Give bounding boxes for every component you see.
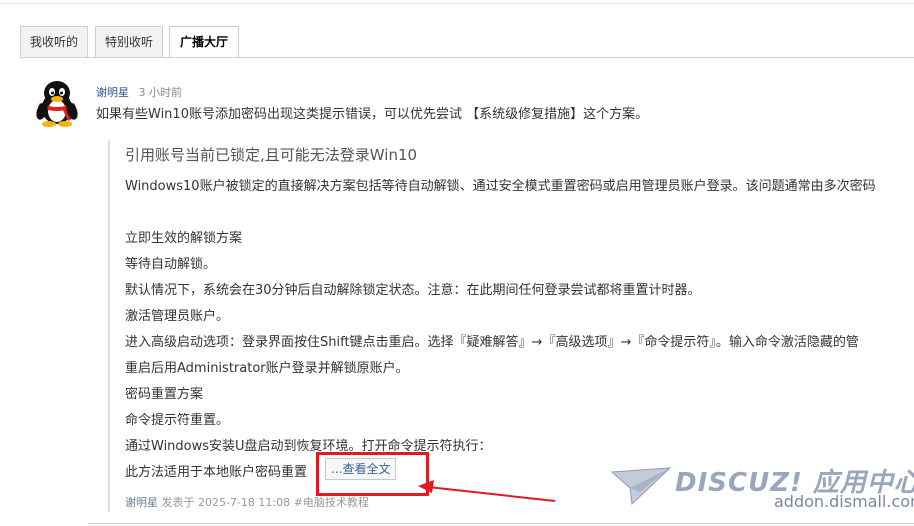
quote-line: 重启后用Administrator账户登录并解锁原账户。 [125, 361, 409, 376]
tab-following[interactable]: 我收听的 [20, 26, 88, 58]
footer-author-link[interactable]: 谢明星 [125, 496, 158, 509]
quote-line: 立即生效的解锁方案 [125, 231, 243, 246]
footer-tag-link[interactable]: #电脑技术教程 [294, 496, 369, 509]
post-meta: 谢明星 3 小时前 [96, 84, 182, 100]
post-author-link[interactable]: 谢明星 [96, 86, 129, 99]
post-time: 3 小时前 [138, 86, 183, 99]
top-divider [0, 3, 914, 4]
watermark-url: addon.dismall.com [774, 492, 914, 511]
quote-line: 通过Windows安装U盘启动到恢复环境。打开命令提示符执行： [125, 439, 492, 454]
quote-line: 进入高级启动选项：登录界面按住Shift键点击重启。选择『疑难解答』→『高级选项… [125, 335, 859, 350]
tab-special-following[interactable]: 特别收听 [95, 26, 163, 58]
watermark: DISCUZ! 应用中心 addon.dismall.com [610, 462, 914, 514]
quote-bar [108, 140, 110, 512]
quote-line: 等待自动解锁。 [125, 257, 217, 272]
tab-broadcast-hall[interactable]: 广播大厅 [169, 26, 239, 58]
post-footer: 谢明星 发表于 2025-7-18 11:08 #电脑技术教程 [125, 494, 369, 510]
footer-posted-at: 发表于 2025-7-18 11:08 [161, 496, 291, 509]
quote-title: 引用账号当前已锁定,且可能无法登录Win10 [125, 146, 418, 164]
paper-plane-icon [610, 467, 672, 506]
bottom-divider [88, 523, 914, 524]
quote-line: Windows10账户被锁定的直接解决方案包括等待自动解锁、通过安全模式重置密码… [125, 179, 876, 194]
quote-line: 密码重置方案 [125, 387, 204, 402]
quote-line: 默认情况下，系统会在30分钟后自动解除锁定状态。注意：在此期间任何登录尝试都将重… [125, 283, 701, 298]
qq-penguin-icon [36, 81, 78, 127]
annotation-arrow-icon [418, 480, 556, 502]
quote-line: 此方法适用于本地账户密码重置 [125, 465, 308, 480]
avatar[interactable] [32, 81, 82, 127]
post-text: 如果有些Win10账号添加密码出现这类提示错误，可以优先尝试 【系统级修复措施】… [96, 107, 649, 122]
quote-line: 命令提示符重置。 [125, 413, 230, 428]
tab-bar-baseline [20, 57, 914, 58]
quote-line: 激活管理员账户。 [125, 309, 230, 324]
